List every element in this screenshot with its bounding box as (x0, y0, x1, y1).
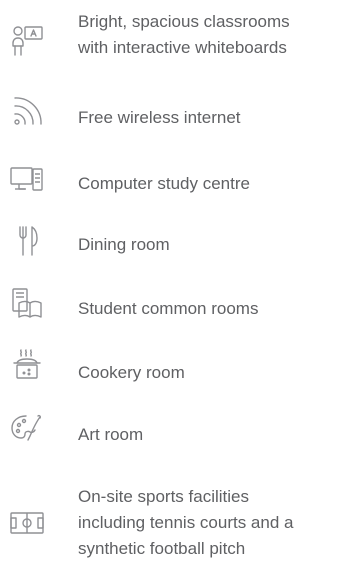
common-room-book-icon (10, 287, 44, 321)
feature-common-rooms: Student common rooms (0, 284, 347, 334)
feature-label: Computer study centre (78, 174, 250, 193)
feature-classrooms: Bright, spacious classrooms with interac… (0, 0, 347, 80)
feature-label: Art room (78, 425, 144, 444)
wifi-icon (10, 94, 44, 128)
feature-label: Free wireless internet (78, 108, 241, 127)
feature-label: Dining room (78, 235, 170, 254)
feature-label: Student common rooms (78, 299, 259, 318)
cooking-pot-icon (10, 348, 44, 382)
feature-sports: On-site sports facilities including tenn… (0, 478, 347, 575)
feature-label: Bright, spacious classrooms with interac… (78, 12, 290, 57)
feature-computer-study: Computer study centre (0, 158, 347, 208)
feature-label: On-site sports facilities including tenn… (78, 487, 294, 558)
computer-icon (10, 164, 44, 198)
feature-cookery: Cookery room (0, 346, 347, 396)
feature-wifi: Free wireless internet (0, 92, 347, 142)
paint-palette-icon (9, 412, 43, 446)
sports-pitch-icon (10, 506, 44, 540)
feature-dining: Dining room (0, 224, 347, 274)
facilities-list: Bright, spacious classrooms with interac… (0, 0, 347, 575)
classroom-teacher-board-icon (10, 24, 44, 58)
feature-label: Cookery room (78, 363, 185, 382)
feature-art: Art room (0, 408, 347, 458)
fork-knife-icon (10, 224, 44, 258)
